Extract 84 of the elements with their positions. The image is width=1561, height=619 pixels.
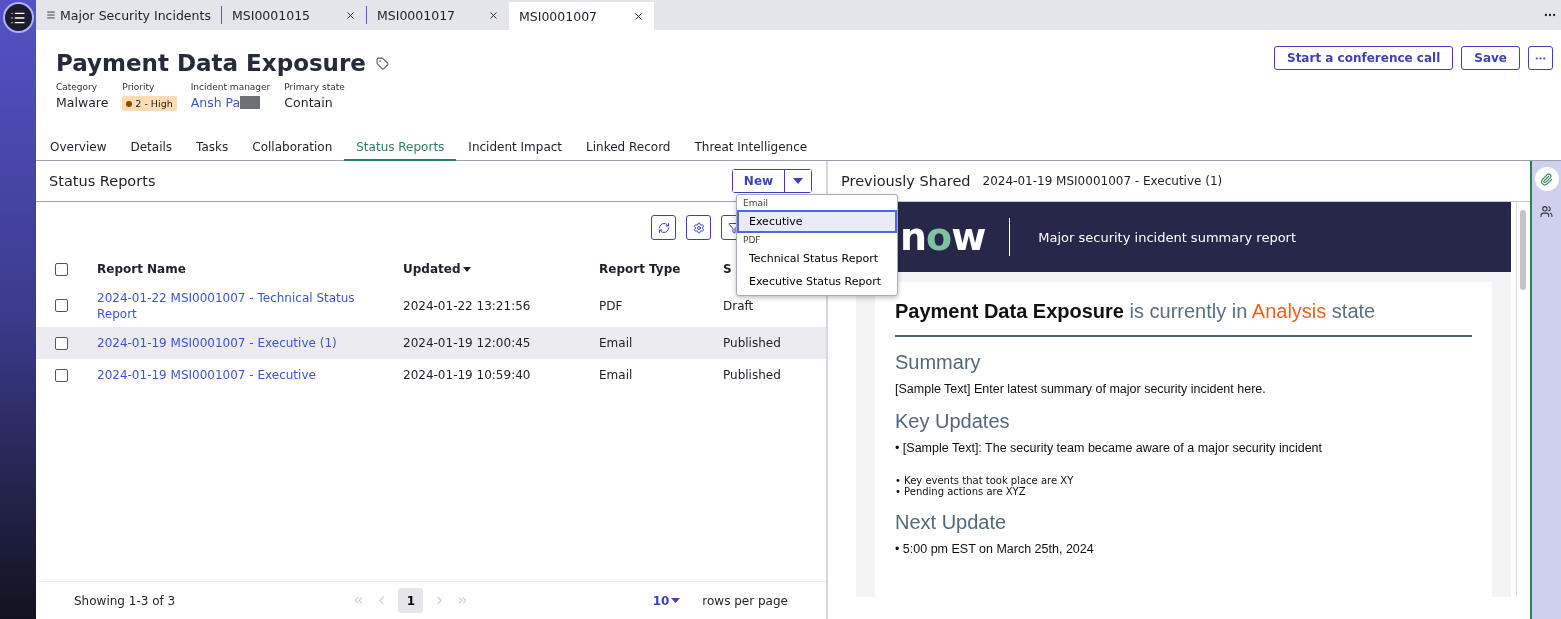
select-all-checkbox[interactable] — [55, 262, 68, 276]
report-link[interactable]: 2024-01-19 MSI0001007 - Executive — [97, 367, 403, 383]
row-checkbox[interactable] — [55, 368, 68, 382]
table-cell-text: PDF — [599, 297, 624, 314]
new-split-button[interactable]: New — [732, 169, 812, 193]
close-icon[interactable] — [633, 10, 644, 22]
report-name: 2024-01-19 MSI0001007 - Executive (1) — [982, 174, 1223, 188]
column-header[interactable]: Report Name — [97, 262, 403, 276]
report-headline: Payment Data Exposure is currently in Analysis state — [895, 300, 1472, 337]
menu-button[interactable] — [2, 2, 34, 33]
showing-count: Showing 1-3 of 3 — [74, 593, 176, 608]
record-tab[interactable]: Tasks — [184, 136, 241, 161]
action-button[interactable]: Start a conference call — [1274, 46, 1454, 70]
field-label: Primary state — [284, 82, 345, 92]
caret-icon — [671, 598, 681, 603]
record-tab[interactable]: Threat Intelligence — [682, 136, 820, 161]
table-cell-text: Email — [599, 335, 634, 351]
paperclip-icon[interactable] — [1534, 167, 1559, 191]
report-text: • Pending actions are XYZ — [895, 486, 1026, 497]
report-link[interactable]: 2024-01-19 MSI0001007 - Executive (1) — [97, 335, 403, 351]
manager-link[interactable]: Ansh Pa — [190, 95, 241, 110]
report-text: [Sample Text] Enter latest summary of major security incident here. — [895, 382, 1267, 396]
field-label: Priority — [122, 82, 156, 92]
panel-title: Previously Shared — [841, 173, 971, 189]
more-button[interactable] — [1528, 46, 1553, 70]
table-cell-text: 2024-01-19 12:00:45 — [403, 335, 532, 351]
rows-per-page-label: rows per page — [702, 593, 788, 608]
redaction-block — [240, 96, 261, 109]
caret-icon — [793, 178, 803, 184]
page-button[interactable]: 1 — [398, 588, 424, 613]
field-value: Malware — [56, 95, 109, 110]
settings-button[interactable] — [686, 215, 711, 240]
field-label: Category — [56, 82, 99, 92]
record-tab[interactable]: Incident Impact — [456, 136, 575, 161]
report-link[interactable]: 2024-01-22 MSI0001007 - Technical Status Report — [97, 289, 403, 322]
scrollbar-thumb[interactable] — [1520, 210, 1526, 290]
rows-per-page-select[interactable]: 10 — [646, 592, 687, 609]
browser-tab[interactable]: Major Security Incidents — [36, 6, 221, 24]
field-label: Incident manager — [190, 82, 271, 92]
table-cell-text: 2024-01-22 13:21:56 — [403, 297, 532, 314]
section-heading: Next Update — [895, 511, 1008, 534]
column-header[interactable]: Report Type — [599, 262, 723, 276]
row-checkbox[interactable] — [55, 336, 68, 350]
menu-group-label: Email — [742, 197, 769, 210]
settings-icon — [692, 221, 705, 234]
menu-item[interactable]: Technical Status Report — [737, 247, 897, 270]
browser-tab[interactable]: MSI0001007 — [509, 2, 654, 30]
row-checkbox[interactable] — [55, 299, 68, 312]
action-button[interactable]: Save — [1461, 46, 1520, 70]
table-row[interactable]: 2024-01-19 MSI0001007 - Executive (1) 2024-01-19 12:00:45 Email Published — [36, 327, 826, 359]
table-cell-text: Draft — [723, 297, 755, 314]
table-cell-text: Published — [723, 367, 782, 383]
refresh-icon — [657, 221, 670, 234]
record-tab[interactable]: Overview — [38, 136, 119, 161]
menu-item[interactable]: Executive — [737, 210, 897, 233]
menu-item[interactable]: Executive Status Report — [737, 270, 897, 293]
section-heading: Key Updates — [895, 410, 1011, 433]
record-tab[interactable]: Status Reports — [344, 136, 457, 161]
report-text: • 5:00 pm EST on March 25th, 2024 — [895, 542, 1095, 556]
list-icon — [46, 10, 56, 20]
new-button[interactable]: New — [733, 170, 785, 192]
record-tab[interactable]: Collaboration — [240, 136, 345, 161]
record-tab[interactable]: Linked Record — [574, 136, 683, 161]
logo: now — [900, 218, 1011, 256]
section-heading: Summary — [895, 351, 982, 374]
report-text: • [Sample Text]: The security team became aware of a major security incident — [895, 441, 1324, 455]
sort-icon — [462, 266, 471, 272]
close-icon[interactable] — [345, 9, 356, 21]
tag-icon[interactable] — [375, 56, 389, 70]
priority-badge: 2 - High — [122, 96, 177, 111]
report-text: • Key events that took place are XY — [895, 475, 1075, 486]
banner-title: Major security incident summary report — [1038, 229, 1297, 245]
table-cell-text: Published — [723, 335, 782, 351]
refresh-button[interactable] — [651, 215, 676, 240]
record-title: Payment Data Exposure — [56, 50, 366, 76]
browser-tab[interactable]: MSI0001015 — [221, 6, 366, 24]
table-cell-text: Email — [599, 367, 634, 383]
table-cell-text: 2024-01-19 10:59:40 — [403, 367, 532, 383]
record-tab[interactable]: Details — [118, 136, 185, 161]
panel-title: Status Reports — [49, 173, 156, 189]
menu-group-label: PDF — [742, 234, 762, 247]
field-value: Contain — [284, 95, 334, 110]
column-header[interactable]: Updated — [403, 262, 599, 276]
close-icon[interactable] — [488, 9, 499, 21]
